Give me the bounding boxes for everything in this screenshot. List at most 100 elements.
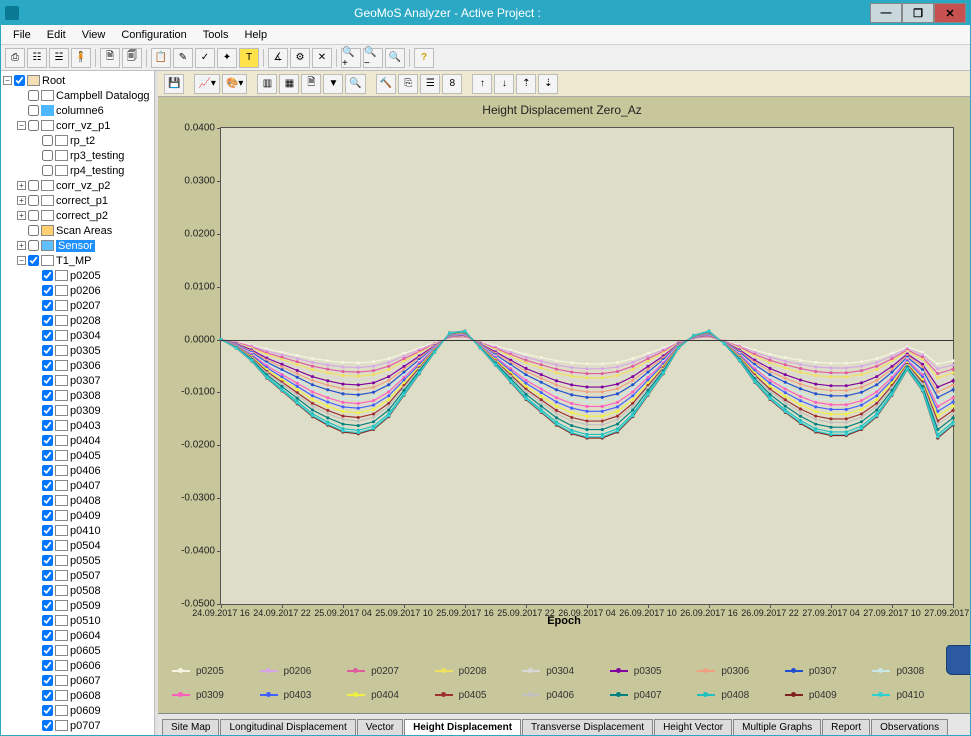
menu-configuration[interactable]: Configuration [113, 27, 194, 43]
tree-checkbox[interactable] [42, 420, 53, 431]
tree-checkbox[interactable] [42, 555, 53, 566]
ct-up-icon[interactable]: ↑ [472, 74, 492, 94]
tb-icon-1[interactable]: ⎙ [5, 48, 25, 68]
menu-view[interactable]: View [74, 27, 114, 43]
tb-icon-14[interactable]: ✕ [312, 48, 332, 68]
expand-toggle[interactable]: + [17, 181, 26, 190]
tree-item[interactable]: −Root [3, 73, 152, 88]
tree-item[interactable]: p0707 [31, 718, 152, 733]
tab-report[interactable]: Report [822, 719, 870, 735]
legend-item-p0405[interactable]: p0405 [429, 690, 517, 701]
tree-checkbox[interactable] [42, 480, 53, 491]
menu-file[interactable]: File [5, 27, 39, 43]
ct-filter-icon[interactable]: ▼ [323, 74, 343, 94]
tab-site-map[interactable]: Site Map [162, 719, 219, 735]
ct-grid2-icon[interactable]: ▦ [279, 74, 299, 94]
tab-multiple-graphs[interactable]: Multiple Graphs [733, 719, 821, 735]
tree-item[interactable]: p0509 [31, 598, 152, 613]
tree-checkbox[interactable] [28, 210, 39, 221]
legend-item-p0403[interactable]: p0403 [254, 690, 342, 701]
tree-item[interactable]: p0607 [31, 673, 152, 688]
tree-checkbox[interactable] [42, 570, 53, 581]
tree-item[interactable]: +correct_p1 [17, 193, 152, 208]
tree-checkbox[interactable] [42, 375, 53, 386]
tree-checkbox[interactable] [42, 135, 53, 146]
legend-item-p0305[interactable]: p0305 [604, 666, 692, 677]
tb-icon-4[interactable]: 🧍 [71, 48, 91, 68]
close-button[interactable]: ✕ [934, 3, 966, 23]
tree-item[interactable]: p0504 [31, 538, 152, 553]
tree-item[interactable]: +correct_p2 [17, 208, 152, 223]
tree-item[interactable]: p0605 [31, 643, 152, 658]
tree-checkbox[interactable] [42, 540, 53, 551]
ct-down2-icon[interactable]: ⇣ [538, 74, 558, 94]
tree-checkbox[interactable] [42, 150, 53, 161]
tree-checkbox[interactable] [28, 180, 39, 191]
tree-item[interactable]: p0406 [31, 463, 152, 478]
legend-item-p0406[interactable]: p0406 [516, 690, 604, 701]
plot-frame[interactable]: 0.04000.03000.02000.01000.0000-0.0100-0.… [220, 127, 954, 605]
tree-checkbox[interactable] [28, 195, 39, 206]
tree-checkbox[interactable] [42, 345, 53, 356]
tree-item[interactable]: p0508 [31, 583, 152, 598]
tab-height-vector[interactable]: Height Vector [654, 719, 732, 735]
tree-item[interactable]: p0305 [31, 343, 152, 358]
tree-checkbox[interactable] [14, 75, 25, 86]
side-widget-icon[interactable] [946, 645, 970, 675]
ct-down-icon[interactable]: ↓ [494, 74, 514, 94]
tree-item[interactable]: p0205 [31, 268, 152, 283]
legend-item-p0307[interactable]: p0307 [779, 666, 867, 677]
legend-item-p0306[interactable]: p0306 [691, 666, 779, 677]
tree-item[interactable]: p0409 [31, 508, 152, 523]
tree-checkbox[interactable] [42, 495, 53, 506]
tree-item[interactable]: p0308 [31, 388, 152, 403]
ct-palette-icon[interactable]: 🎨▾ [222, 74, 247, 94]
tb-zoom-fit[interactable]: 🔍 [385, 48, 405, 68]
tree-item[interactable]: p0608 [31, 688, 152, 703]
tree-checkbox[interactable] [42, 390, 53, 401]
legend-item-p0409[interactable]: p0409 [779, 690, 867, 701]
expand-toggle[interactable]: − [17, 256, 26, 265]
tree-checkbox[interactable] [42, 465, 53, 476]
tree-item[interactable]: Scan Areas [17, 223, 152, 238]
tree-item[interactable]: p0309 [31, 403, 152, 418]
tree-item[interactable]: p0207 [31, 298, 152, 313]
tree-item[interactable]: p0408 [31, 493, 152, 508]
ct-chart-icon[interactable]: 📈▾ [194, 74, 219, 94]
legend-item-p0205[interactable]: p0205 [166, 666, 254, 677]
legend-item-p0309[interactable]: p0309 [166, 690, 254, 701]
tb-icon-8[interactable]: ✎ [173, 48, 193, 68]
tree-item[interactable]: p0604 [31, 628, 152, 643]
tree-item[interactable]: p0404 [31, 433, 152, 448]
tb-icon-5[interactable]: 🗎 [100, 48, 120, 68]
tree-checkbox[interactable] [42, 360, 53, 371]
tree-checkbox[interactable] [42, 675, 53, 686]
ct-hammer-icon[interactable]: 🔨 [376, 74, 396, 94]
menu-tools[interactable]: Tools [195, 27, 237, 43]
tree-checkbox[interactable] [42, 435, 53, 446]
tb-icon-12[interactable]: ∡ [268, 48, 288, 68]
tb-zoom-in[interactable]: 🔍+ [341, 48, 361, 68]
tb-icon-7[interactable]: 📋 [151, 48, 171, 68]
tree-item[interactable]: rp4_testing [31, 163, 152, 178]
tree-checkbox[interactable] [42, 600, 53, 611]
tree-checkbox[interactable] [28, 90, 39, 101]
tree-checkbox[interactable] [42, 630, 53, 641]
expand-toggle[interactable]: − [3, 76, 12, 85]
tree-checkbox[interactable] [42, 510, 53, 521]
tree-checkbox[interactable] [42, 585, 53, 596]
legend-item-p0404[interactable]: p0404 [341, 690, 429, 701]
tb-icon-11[interactable]: T [239, 48, 259, 68]
tree-item[interactable]: p0405 [31, 448, 152, 463]
legend-item-p0208[interactable]: p0208 [429, 666, 517, 677]
tree-item[interactable]: p0306 [31, 358, 152, 373]
ct-zoom-icon[interactable]: 🔍 [345, 74, 365, 94]
tree-item[interactable]: p0505 [31, 553, 152, 568]
menu-help[interactable]: Help [236, 27, 275, 43]
ct-page-icon[interactable]: 🗎 [301, 74, 321, 94]
tree-checkbox[interactable] [42, 330, 53, 341]
expand-toggle[interactable]: + [17, 211, 26, 220]
tree-checkbox[interactable] [42, 525, 53, 536]
tab-longitudinal-displacement[interactable]: Longitudinal Displacement [220, 719, 355, 735]
legend-item-p0407[interactable]: p0407 [604, 690, 692, 701]
